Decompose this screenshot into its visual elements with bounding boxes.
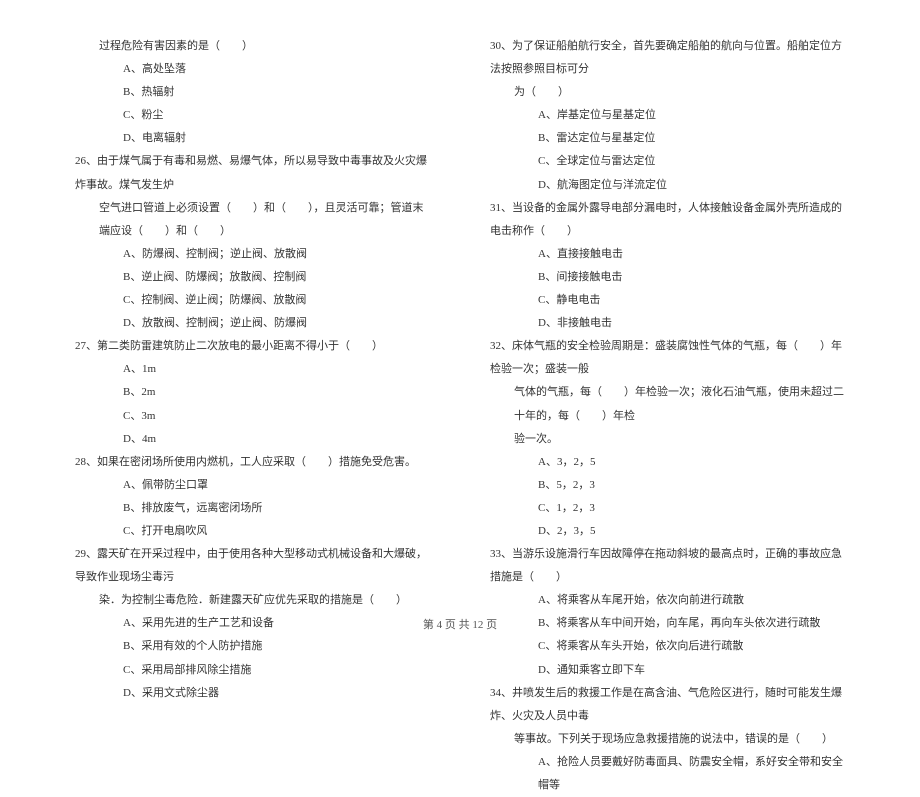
text-line: B、热辐射 <box>75 81 430 104</box>
text-line: 33、当游乐设施滑行车因故障停在拖动斜坡的最高点时，正确的事故应急措施是（ ） <box>490 543 845 589</box>
text-line: D、4m <box>75 428 430 451</box>
text-line: C、静电电击 <box>490 289 845 312</box>
text-line: 28、如果在密闭场所使用内燃机，工人应采取（ ）措施免受危害。 <box>75 451 430 474</box>
text-line: D、2，3，5 <box>490 520 845 543</box>
text-line: 32、床体气瓶的安全检验周期是：盛装腐蚀性气体的气瓶，每（ ）年检验一次；盛装一… <box>490 335 845 381</box>
text-line: B、间接接触电击 <box>490 266 845 289</box>
text-line: 气体的气瓶，每（ ）年检验一次；液化石油气瓶，使用未超过二十年的，每（ ）年检 <box>490 381 845 427</box>
text-line: 染．为控制尘毒危险．新建露天矿应优先采取的措施是（ ） <box>75 589 430 612</box>
page-footer: 第 4 页 共 12 页 <box>0 616 920 632</box>
text-line: B、雷达定位与星基定位 <box>490 127 845 150</box>
text-line: 30、为了保证船舶航行安全，首先要确定船舶的航向与位置。船舶定位方法按照参照目标… <box>490 35 845 81</box>
text-line: D、航海图定位与洋流定位 <box>490 174 845 197</box>
text-line: C、打开电扇吹风 <box>75 520 430 543</box>
text-line: A、岸基定位与星基定位 <box>490 104 845 127</box>
text-line: 31、当设备的金属外露导电部分漏电时，人体接触设备金属外壳所造成的电击称作（ ） <box>490 197 845 243</box>
text-line: 26、由于煤气属于有毒和易燃、易爆气体，所以易导致中毒事故及火灾爆炸事故。煤气发… <box>75 150 430 196</box>
text-line: D、通知乘客立即下车 <box>490 659 845 682</box>
text-line: 验一次。 <box>490 428 845 451</box>
text-line: A、抢险人员要戴好防毒面具、防震安全帽，系好安全带和安全帽等 <box>490 751 845 797</box>
text-line: C、粉尘 <box>75 104 430 127</box>
text-line: D、非接触电击 <box>490 312 845 335</box>
document-columns: 过程危险有害因素的是（ ）A、高处坠落B、热辐射C、粉尘D、电离辐射26、由于煤… <box>75 35 845 595</box>
text-line: A、直接接触电击 <box>490 243 845 266</box>
text-line: D、电离辐射 <box>75 127 430 150</box>
text-line: A、1m <box>75 358 430 381</box>
text-line: B、排放废气，远离密闭场所 <box>75 497 430 520</box>
text-line: C、全球定位与雷达定位 <box>490 150 845 173</box>
text-line: B、5，2，3 <box>490 474 845 497</box>
right-column: 30、为了保证船舶航行安全，首先要确定船舶的航向与位置。船舶定位方法按照参照目标… <box>490 35 845 595</box>
text-line: B、采用有效的个人防护措施 <box>75 635 430 658</box>
text-line: 等事故。下列关于现场应急救援措施的说法中，错误的是（ ） <box>490 728 845 751</box>
text-line: C、控制阀、逆止阀；防爆阀、放散阀 <box>75 289 430 312</box>
text-line: C、3m <box>75 405 430 428</box>
text-line: A、3，2，5 <box>490 451 845 474</box>
left-column: 过程危险有害因素的是（ ）A、高处坠落B、热辐射C、粉尘D、电离辐射26、由于煤… <box>75 35 430 595</box>
text-line: D、采用文式除尘器 <box>75 682 430 705</box>
text-line: 29、露天矿在开采过程中，由于使用各种大型移动式机械设备和大爆破，导致作业现场尘… <box>75 543 430 589</box>
text-line: A、佩带防尘口罩 <box>75 474 430 497</box>
text-line: B、2m <box>75 381 430 404</box>
text-line: C、将乘客从车头开始，依次向后进行疏散 <box>490 635 845 658</box>
text-line: C、采用局部排风除尘措施 <box>75 659 430 682</box>
text-line: 过程危险有害因素的是（ ） <box>75 35 430 58</box>
text-line: 为（ ） <box>490 81 845 104</box>
text-line: D、放散阀、控制阀；逆止阀、防爆阀 <box>75 312 430 335</box>
text-line: B、逆止阀、防爆阀；放散阀、控制阀 <box>75 266 430 289</box>
text-line: 34、井喷发生后的救援工作是在高含油、气危险区进行，随时可能发生爆炸、火灾及人员… <box>490 682 845 728</box>
text-line: 27、第二类防雷建筑防止二次放电的最小距离不得小于（ ） <box>75 335 430 358</box>
text-line: 空气进口管道上必须设置（ ）和（ ），且灵活可靠；管道末端应设（ ）和（ ） <box>75 197 430 243</box>
text-line: A、将乘客从车尾开始，依次向前进行疏散 <box>490 589 845 612</box>
text-line: A、高处坠落 <box>75 58 430 81</box>
text-line: A、防爆阀、控制阀；逆止阀、放散阀 <box>75 243 430 266</box>
text-line: C、1，2，3 <box>490 497 845 520</box>
